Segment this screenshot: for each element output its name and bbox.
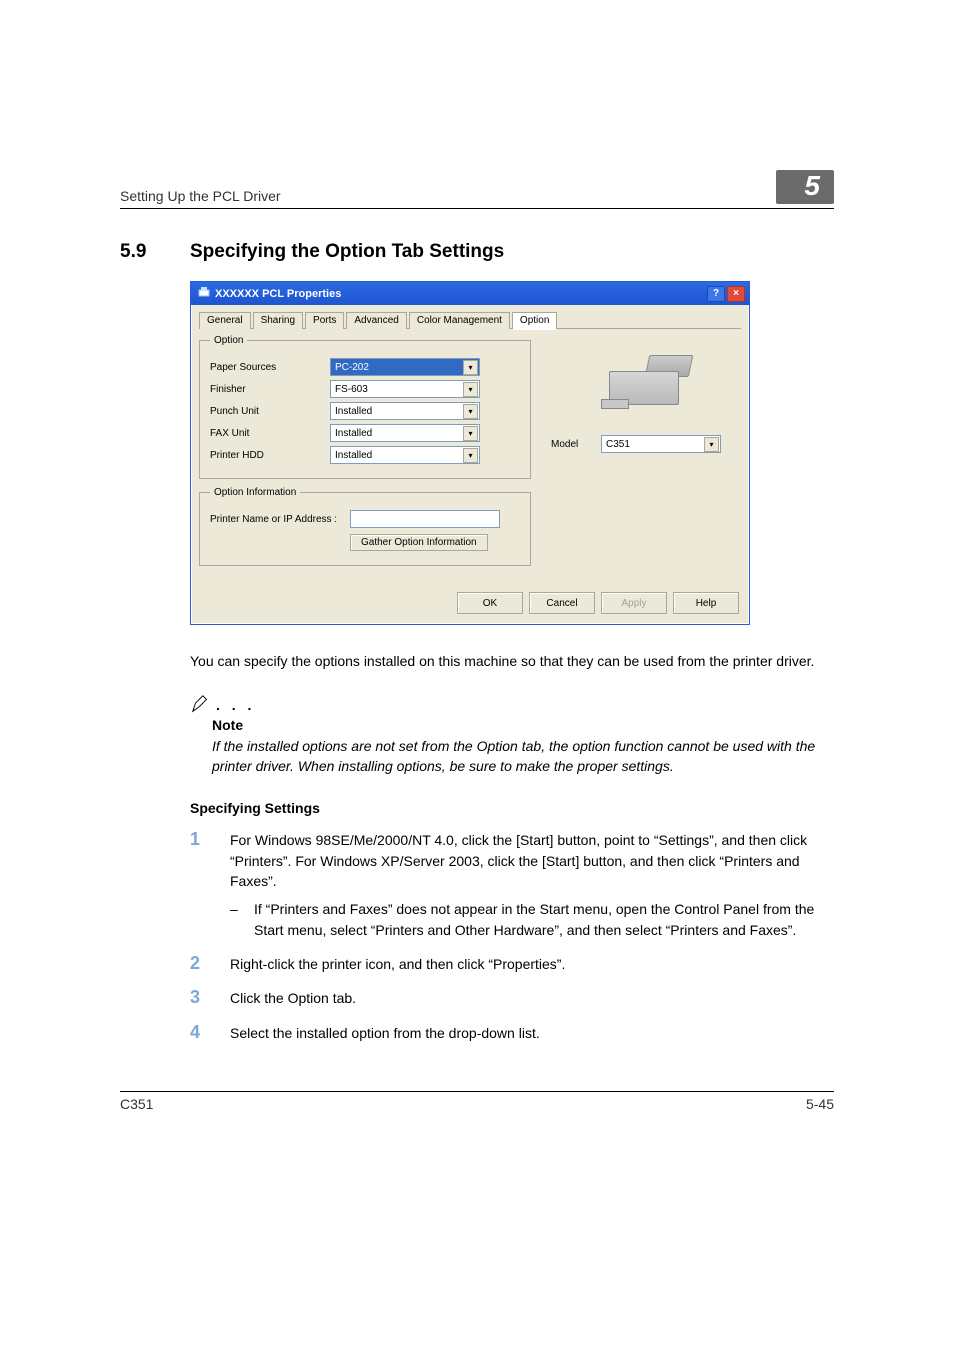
note-dots: . . .	[216, 697, 255, 715]
footer-right: 5-45	[806, 1096, 834, 1112]
cancel-button[interactable]: Cancel	[529, 592, 595, 614]
gather-option-info-button[interactable]: Gather Option Information	[350, 534, 488, 551]
step-2-text: Right-click the printer icon, and then c…	[230, 954, 834, 974]
chevron-down-icon: ▾	[463, 360, 478, 375]
tab-general[interactable]: General	[199, 312, 251, 329]
specifying-settings-heading: Specifying Settings	[190, 800, 834, 816]
note-label: Note	[212, 717, 834, 733]
help-button[interactable]: ?	[707, 286, 725, 302]
section-number: 5.9	[120, 241, 168, 263]
printer-hdd-label: Printer HDD	[210, 450, 330, 461]
chapter-badge: 5	[776, 170, 834, 204]
punch-unit-label: Punch Unit	[210, 406, 330, 417]
step-1-text: For Windows 98SE/Me/2000/NT 4.0, click t…	[230, 832, 807, 889]
paper-sources-value: PC-202	[335, 362, 369, 373]
finisher-select[interactable]: FS-603 ▾	[330, 380, 480, 398]
model-value: C351	[606, 439, 630, 450]
chevron-down-icon: ▾	[463, 448, 478, 463]
properties-dialog: XXXXXX PCL Properties ? × General Sharin…	[190, 281, 750, 625]
chevron-down-icon: ▾	[463, 404, 478, 419]
model-select[interactable]: C351 ▾	[601, 435, 721, 453]
section-title: Specifying the Option Tab Settings	[190, 241, 504, 263]
option-group: Option Paper Sources PC-202 ▾ Finisher	[199, 335, 531, 479]
printer-hdd-select[interactable]: Installed ▾	[330, 446, 480, 464]
chevron-down-icon: ▾	[704, 437, 719, 452]
model-label: Model	[551, 439, 593, 450]
tab-sharing[interactable]: Sharing	[253, 312, 303, 329]
help-button-footer[interactable]: Help	[673, 592, 739, 614]
apply-button[interactable]: Apply	[601, 592, 667, 614]
punch-unit-select[interactable]: Installed ▾	[330, 402, 480, 420]
step-number-1: 1	[190, 830, 212, 939]
ok-button[interactable]: OK	[457, 592, 523, 614]
chevron-down-icon: ▾	[463, 426, 478, 441]
finisher-label: Finisher	[210, 384, 330, 395]
option-information-legend: Option Information	[210, 487, 300, 498]
step-number-2: 2	[190, 954, 212, 974]
tab-color-management[interactable]: Color Management	[409, 312, 510, 329]
option-information-group: Option Information Printer Name or IP Ad…	[199, 487, 531, 566]
step-number-4: 4	[190, 1023, 212, 1043]
printer-icon	[197, 285, 211, 302]
step-1-sub-dash: –	[230, 899, 242, 940]
paper-sources-select[interactable]: PC-202 ▾	[330, 358, 480, 376]
paper-sources-label: Paper Sources	[210, 362, 330, 373]
device-preview	[551, 339, 741, 427]
finisher-value: FS-603	[335, 384, 368, 395]
tab-option[interactable]: Option	[512, 312, 557, 329]
step-number-3: 3	[190, 988, 212, 1008]
close-button[interactable]: ×	[727, 286, 745, 302]
intro-paragraph: You can specify the options installed on…	[190, 651, 834, 671]
dialog-titlebar[interactable]: XXXXXX PCL Properties ? ×	[191, 282, 749, 305]
printer-name-label: Printer Name or IP Address :	[210, 514, 350, 525]
printer-illustration	[591, 353, 701, 413]
step-4-text: Select the installed option from the dro…	[230, 1023, 834, 1043]
dialog-tab-bar: General Sharing Ports Advanced Color Man…	[199, 311, 741, 329]
dialog-title: XXXXXX PCL Properties	[215, 288, 341, 300]
printer-name-input[interactable]	[350, 510, 500, 528]
tab-advanced[interactable]: Advanced	[346, 312, 406, 329]
printer-hdd-value: Installed	[335, 450, 372, 461]
option-group-legend: Option	[210, 335, 247, 346]
note-text: If the installed options are not set fro…	[212, 737, 834, 776]
fax-unit-value: Installed	[335, 428, 372, 439]
punch-unit-value: Installed	[335, 406, 372, 417]
fax-unit-label: FAX Unit	[210, 428, 330, 439]
fax-unit-select[interactable]: Installed ▾	[330, 424, 480, 442]
tab-ports[interactable]: Ports	[305, 312, 344, 329]
footer-left: C351	[120, 1096, 153, 1112]
running-header: Setting Up the PCL Driver	[120, 188, 281, 204]
note-icon	[190, 693, 212, 715]
step-3-text: Click the Option tab.	[230, 988, 834, 1008]
step-1-sub-text: If “Printers and Faxes” does not appear …	[254, 899, 834, 940]
chevron-down-icon: ▾	[463, 382, 478, 397]
